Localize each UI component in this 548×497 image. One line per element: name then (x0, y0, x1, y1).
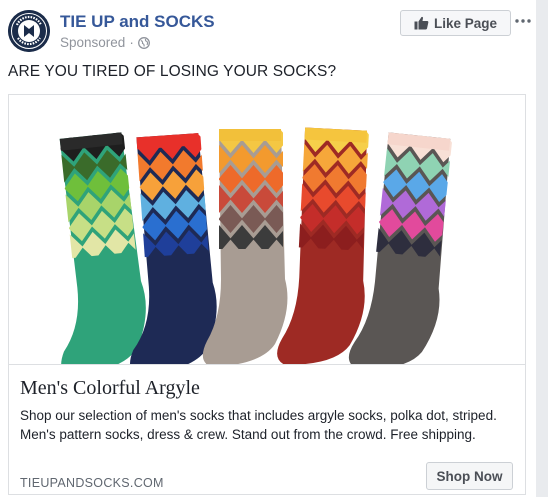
globe-icon[interactable] (137, 36, 150, 49)
page-name-link[interactable]: TIE UP and SOCKS (60, 12, 215, 32)
thumbs-up-icon (414, 16, 429, 30)
link-description: Shop our selection of men's socks that i… (20, 408, 497, 442)
post-message: ARE YOU TIRED OF LOSING YOUR SOCKS? (8, 63, 337, 80)
argyle-diamond (451, 176, 453, 205)
link-domain: TIEUPANDSOCKS.COM (20, 476, 164, 490)
argyle-diamond (59, 175, 66, 204)
attachment-divider (9, 364, 525, 365)
sock-cuff (219, 129, 281, 141)
link-attachment[interactable]: Men's Colorful Argyle Shop our selection… (8, 94, 526, 495)
meta-separator: · (129, 35, 134, 50)
argyle-diamond (59, 215, 70, 244)
link-title[interactable]: Men's Colorful Argyle (20, 377, 200, 400)
argyle-diamond (459, 196, 486, 226)
post-header: TIE UP and SOCKS Sponsored · Like Page (8, 8, 532, 56)
more-options-icon (515, 19, 531, 23)
argyle-diamond (298, 127, 306, 151)
argyle-diamond (447, 216, 453, 245)
sponsored-label[interactable]: Sponsored (60, 35, 125, 50)
tie-up-and-socks-logo-icon (8, 10, 50, 52)
page-avatar[interactable] (8, 10, 50, 52)
like-page-label: Like Page (433, 15, 498, 31)
sponsored-post: TIE UP and SOCKS Sponsored · Like Page A… (0, 0, 536, 497)
argyle-diamond (59, 136, 62, 164)
like-page-button[interactable]: Like Page (400, 10, 511, 36)
argyle-diamond (455, 236, 482, 266)
page-background-edge (536, 0, 548, 497)
product-image[interactable] (9, 95, 525, 364)
more-options-button[interactable] (513, 10, 533, 32)
shop-now-button[interactable]: Shop Now (426, 462, 513, 490)
argyle-diamond (454, 136, 481, 166)
argyle-diamond (464, 157, 491, 187)
sponsored-meta: Sponsored · (60, 35, 150, 50)
socks-illustration (59, 127, 491, 364)
